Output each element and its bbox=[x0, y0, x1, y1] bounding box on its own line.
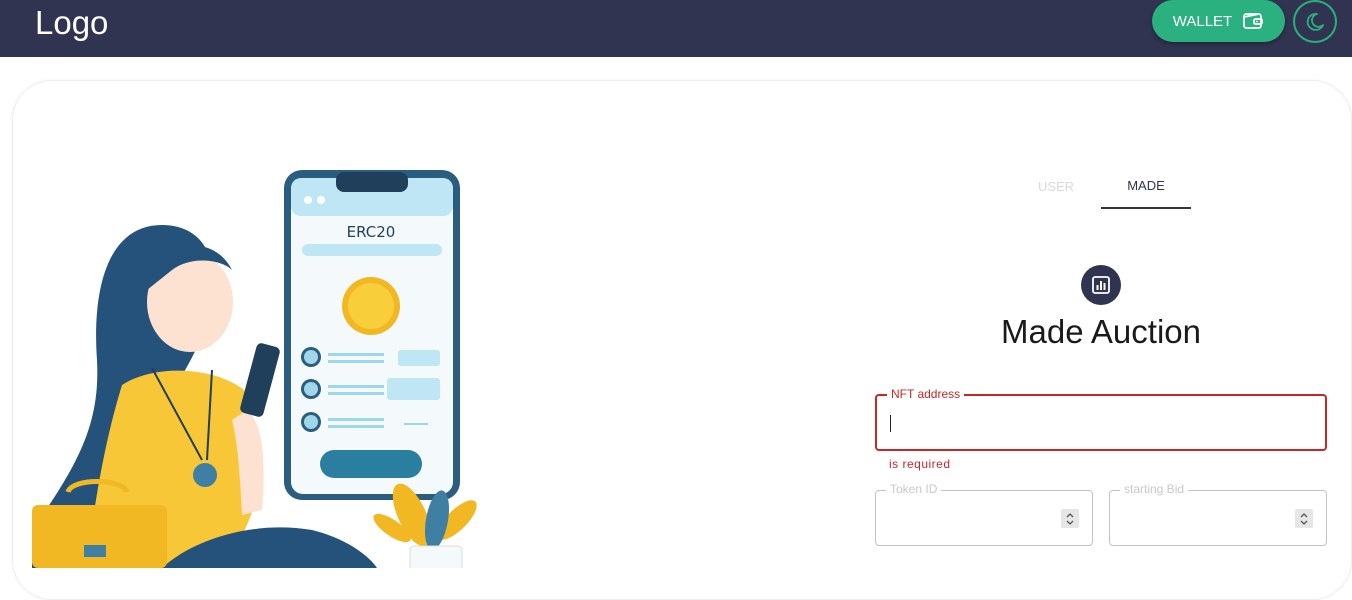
token-id-label: Token ID bbox=[886, 482, 942, 496]
theme-toggle-button[interactable] bbox=[1293, 0, 1337, 43]
starting-bid-stepper[interactable] bbox=[1295, 509, 1313, 528]
token-id-input[interactable]: Token ID bbox=[875, 482, 1093, 546]
bar-chart-icon bbox=[1081, 265, 1121, 305]
token-id-stepper[interactable] bbox=[1061, 509, 1079, 528]
phone-title: ERC20 bbox=[347, 223, 396, 241]
woman-phone-illustration: ERC20 bbox=[32, 170, 477, 568]
text-cursor bbox=[890, 415, 891, 432]
tab-made[interactable]: MADE bbox=[1101, 164, 1191, 209]
top-bar: Logo WALLET bbox=[0, 0, 1352, 57]
starting-bid-input[interactable]: starting Bid bbox=[1109, 482, 1327, 546]
wallet-button[interactable]: WALLET bbox=[1152, 0, 1285, 42]
chevron-up-down-icon bbox=[1066, 512, 1074, 525]
page-title: Made Auction bbox=[1001, 313, 1201, 350]
tabs: USER MADE bbox=[1011, 164, 1191, 209]
logo[interactable]: Logo bbox=[35, 4, 108, 42]
starting-bid-label: starting Bid bbox=[1120, 482, 1189, 496]
nft-address-label: NFT address bbox=[887, 387, 965, 401]
wallet-button-label: WALLET bbox=[1172, 12, 1233, 30]
moon-icon bbox=[1306, 12, 1324, 31]
nft-address-error: is required bbox=[889, 457, 951, 471]
wallet-icon bbox=[1243, 13, 1264, 29]
tab-user[interactable]: USER bbox=[1011, 164, 1101, 209]
nft-address-input[interactable]: NFT address bbox=[875, 387, 1327, 451]
chevron-up-down-icon bbox=[1300, 512, 1308, 525]
